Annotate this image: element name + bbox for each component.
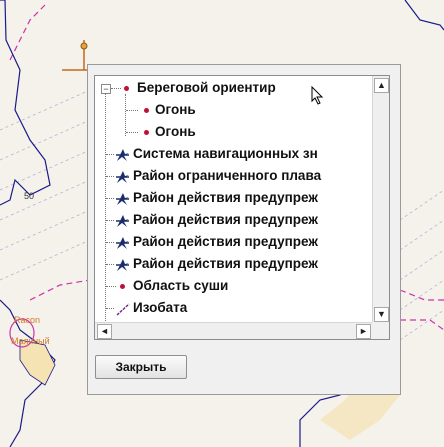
tree-item-warning-area-4[interactable]: Район действия предупреж — [133, 253, 318, 275]
area-star-icon — [116, 149, 129, 161]
close-button[interactable]: Закрыть — [95, 355, 187, 379]
area-star-icon — [116, 193, 129, 205]
tree-item-coastal-landmark[interactable]: Береговой ориентир — [137, 77, 276, 99]
tree-item-warning-area-2[interactable]: Район действия предупреж — [133, 209, 318, 231]
collapse-toggle[interactable]: − — [101, 84, 111, 94]
object-tree[interactable]: − Береговой ориентир Огонь Огонь Система… — [94, 75, 390, 340]
area-star-icon — [116, 215, 129, 227]
racon-label: Racon — [14, 315, 41, 325]
scroll-right-button[interactable]: ► — [356, 324, 371, 339]
tree-item-restricted-area[interactable]: Район ограниченного плава — [133, 165, 321, 187]
scroll-down-button[interactable]: ▼ — [374, 307, 389, 322]
line-icon — [116, 303, 130, 316]
tree-item-nav-system[interactable]: Система навигационных зн — [133, 143, 318, 165]
red-dot-icon — [144, 108, 149, 113]
red-dot-icon — [124, 86, 129, 91]
tree-item-light-2[interactable]: Огонь — [155, 121, 196, 143]
depth-label: 50 — [24, 191, 35, 201]
red-dot-icon — [144, 130, 149, 135]
tree-item-isobath[interactable]: Изобата — [133, 297, 187, 319]
area-star-icon — [116, 259, 129, 271]
scroll-up-button[interactable]: ▲ — [374, 78, 389, 93]
scroll-left-button[interactable]: ◄ — [97, 324, 112, 339]
mouse-cursor-icon — [311, 86, 324, 105]
red-dot-icon — [120, 284, 125, 289]
tree-item-light-1[interactable]: Огонь — [155, 99, 196, 121]
area-star-icon — [116, 171, 129, 183]
horizontal-scrollbar[interactable]: ◄ ► — [95, 322, 373, 339]
light-label: Маячный — [11, 336, 50, 346]
scrollbar-corner — [372, 322, 389, 339]
area-star-icon — [116, 237, 129, 249]
tree-item-warning-area-3[interactable]: Район действия предупреж — [133, 231, 318, 253]
vertical-scrollbar[interactable]: ▲ ▼ — [372, 76, 389, 324]
object-info-panel: − Береговой ориентир Огонь Огонь Система… — [87, 64, 401, 395]
tree-item-land-area[interactable]: Область суши — [133, 275, 228, 297]
tree-item-warning-area-1[interactable]: Район действия предупреж — [133, 187, 318, 209]
